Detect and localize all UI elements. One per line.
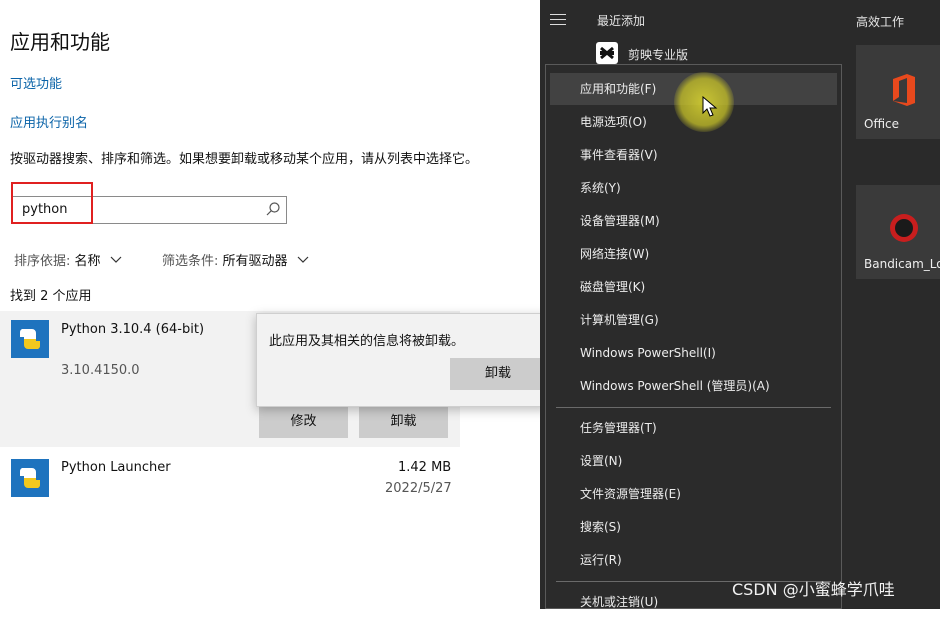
filter-value: 所有驱动器 [222,254,288,269]
chevron-down-icon [297,256,309,263]
menu-item-task-manager[interactable]: 任务管理器(T) [550,412,837,444]
menu-item-computer-management[interactable]: 计算机管理(G) [550,304,837,336]
menu-item-system[interactable]: 系统(Y) [550,172,837,204]
menu-item-network[interactable]: 网络连接(W) [550,238,837,270]
chevron-down-icon [110,256,122,263]
app-name: Python 3.10.4 (64-bit) [61,322,205,337]
hamburger-icon[interactable] [550,14,566,26]
page-title: 应用和功能 [10,30,110,54]
mouse-cursor-icon [702,96,718,117]
sort-dropdown[interactable]: 排序依据: 名称 [14,250,123,269]
sort-value: 名称 [74,254,101,269]
uninstall-button[interactable]: 卸载 [359,406,448,438]
app-alias-link[interactable]: 应用执行别名 [10,112,88,131]
office-icon [893,74,915,106]
python-installer-icon [11,320,49,358]
app-date: 2022/5/27 [385,481,452,496]
annotation-red-box [11,182,93,224]
menu-item-settings[interactable]: 设置(N) [550,445,837,477]
filter-dropdown[interactable]: 筛选条件: 所有驱动器 [162,250,310,269]
popup-message: 此应用及其相关的信息将被卸载。 [269,334,465,349]
modify-button[interactable]: 修改 [259,406,348,438]
watermark: CSDN @小蜜蜂学爪哇 [732,580,895,599]
filter-label: 筛选条件: [162,254,219,269]
description-text: 按驱动器搜索、排序和筛选。如果想要卸载或移动某个应用，请从列表中选择它。 [10,152,479,167]
winx-context-menu: 应用和功能(F) 电源选项(O) 事件查看器(V) 系统(Y) 设备管理器(M)… [545,64,842,609]
optional-features-link[interactable]: 可选功能 [10,73,62,92]
bandicam-icon [890,214,918,242]
menu-item-disk-management[interactable]: 磁盘管理(K) [550,271,837,303]
settings-pane: 应用和功能 可选功能 应用执行别名 按驱动器搜索、排序和筛选。如果想要卸载或移动… [0,0,540,609]
app-version: 3.10.4150.0 [61,363,140,378]
popup-uninstall-button[interactable]: 卸载 [450,358,546,390]
menu-item-device-manager[interactable]: 设备管理器(M) [550,205,837,237]
app-name[interactable]: Python Launcher [61,460,171,475]
python-launcher-icon [11,459,49,497]
menu-separator [556,407,831,408]
office-tile[interactable]: Office [856,45,940,139]
sort-label: 排序依据: [14,254,71,269]
uninstall-confirm-popup: 此应用及其相关的信息将被卸载。 卸载 [256,313,548,407]
search-icon [266,202,280,216]
recent-title: 最近添加 [597,14,646,28]
productivity-title: 高效工作 [856,15,905,29]
bandicam-tile[interactable]: Bandicam_Lo... [856,185,940,279]
recent-app-label[interactable]: 剪映专业版 [628,46,688,63]
app-size: 1.42 MB [398,460,452,475]
tile-label: Office [864,117,900,131]
menu-item-event-viewer[interactable]: 事件查看器(V) [550,139,837,171]
jianying-icon [596,42,618,64]
menu-item-powershell-admin[interactable]: Windows PowerShell (管理员)(A) [550,370,837,402]
menu-item-search[interactable]: 搜索(S) [550,511,837,543]
menu-item-powershell[interactable]: Windows PowerShell(I) [550,337,837,369]
menu-item-run[interactable]: 运行(R) [550,544,837,576]
menu-item-file-explorer[interactable]: 文件资源管理器(E) [550,478,837,510]
tile-label: Bandicam_Lo... [864,257,940,271]
results-count: 找到 2 个应用 [10,289,92,304]
